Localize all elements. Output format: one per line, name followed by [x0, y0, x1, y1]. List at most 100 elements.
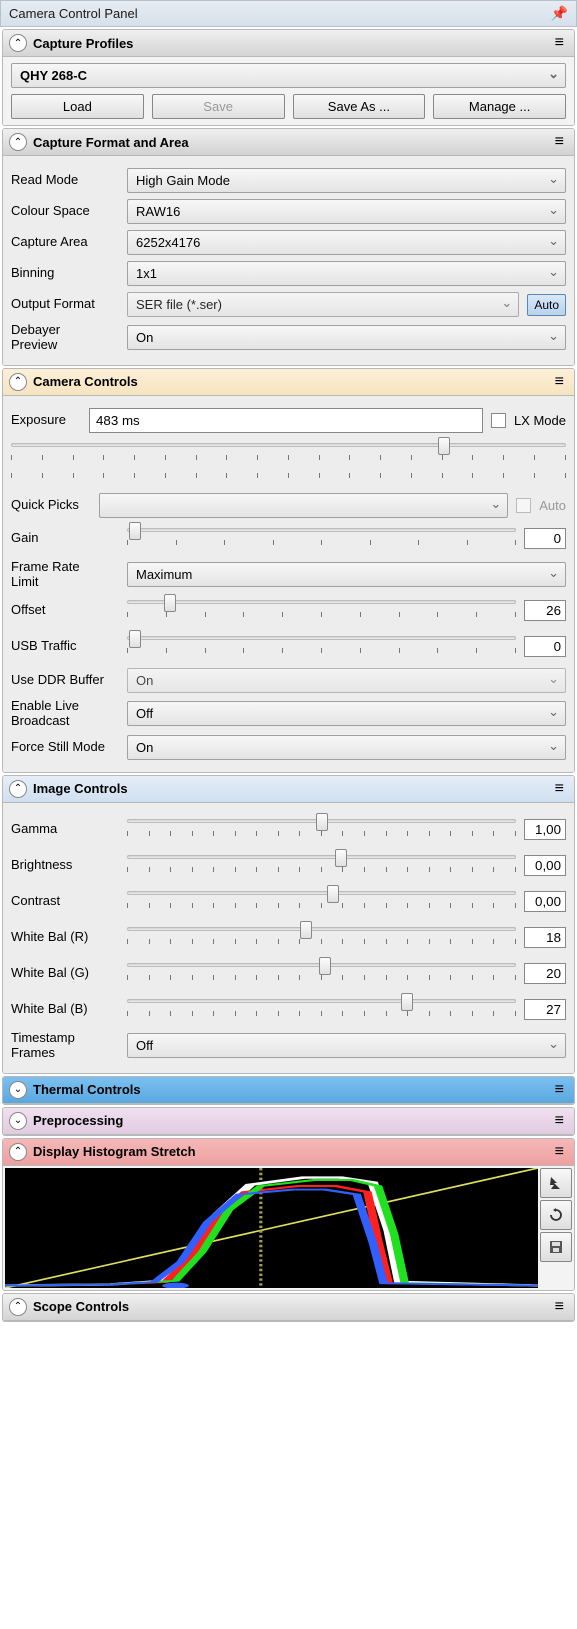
quick-picks-select[interactable]	[99, 493, 508, 518]
panel-camera: ⌃ Camera Controls ≡ Exposure LX Mode Qui…	[2, 368, 575, 773]
contrast-slider[interactable]	[127, 887, 516, 917]
save-as-button[interactable]: Save As ...	[293, 94, 426, 119]
wb-g-slider[interactable]	[127, 959, 516, 989]
label-offset: Offset	[11, 603, 119, 618]
offset-slider[interactable]	[127, 596, 516, 626]
load-button[interactable]: Load	[11, 94, 144, 119]
panel-title: Scope Controls	[33, 1299, 545, 1314]
frame-rate-select[interactable]: Maximum	[127, 562, 566, 587]
offset-value[interactable]	[524, 600, 566, 621]
colour-space-select[interactable]: RAW16	[127, 199, 566, 224]
label-brightness: Brightness	[11, 858, 119, 873]
panel-body-image: Gamma Brightness Contrast White Bal (R) …	[3, 803, 574, 1073]
menu-icon[interactable]: ≡	[551, 34, 568, 52]
label-broadcast: Enable Live Broadcast	[11, 699, 119, 729]
panel-body-profiles: QHY 268-C Load Save Save As ... Manage .…	[3, 57, 574, 125]
usb-traffic-slider[interactable]	[127, 632, 516, 662]
output-format-select[interactable]: SER file (*.ser)	[127, 292, 519, 317]
timestamp-select[interactable]: Off	[127, 1033, 566, 1058]
lx-mode-checkbox[interactable]	[491, 413, 506, 428]
reset-button[interactable]	[540, 1200, 572, 1230]
wb-r-value[interactable]	[524, 927, 566, 948]
force-still-select[interactable]: On	[127, 735, 566, 760]
output-auto-button[interactable]: Auto	[527, 294, 566, 316]
gain-slider[interactable]	[127, 524, 516, 554]
menu-icon[interactable]: ≡	[551, 133, 568, 151]
contrast-value[interactable]	[524, 891, 566, 912]
debayer-select[interactable]: On	[127, 325, 566, 350]
panel-title: Capture Profiles	[33, 36, 545, 51]
menu-icon[interactable]: ≡	[551, 1081, 568, 1099]
label-force-still: Force Still Mode	[11, 740, 119, 755]
histogram-canvas[interactable]	[5, 1168, 538, 1288]
panel-thermal: ⌄ Thermal Controls ≡	[2, 1076, 575, 1105]
panel-title: Display Histogram Stretch	[33, 1144, 545, 1159]
panel-title: Preprocessing	[33, 1113, 545, 1128]
menu-icon[interactable]: ≡	[551, 1143, 568, 1161]
menu-icon[interactable]: ≡	[551, 1298, 568, 1316]
label-lx-mode: LX Mode	[514, 413, 566, 428]
panel-scope: ⌃ Scope Controls ≡	[2, 1293, 575, 1322]
chevron-up-icon[interactable]: ⌃	[9, 780, 27, 798]
panel-format: ⌃ Capture Format and Area ≡ Read Mode Hi…	[2, 128, 575, 366]
chevron-down-icon[interactable]: ⌄	[9, 1112, 27, 1130]
broadcast-select[interactable]: Off	[127, 701, 566, 726]
exposure-slider[interactable]	[11, 439, 566, 487]
chevron-up-icon[interactable]: ⌃	[9, 373, 27, 391]
wb-g-value[interactable]	[524, 963, 566, 984]
manage-button[interactable]: Manage ...	[433, 94, 566, 119]
panel-capture-profiles: ⌃ Capture Profiles ≡ QHY 268-C Load Save…	[2, 29, 575, 126]
panel-title: Capture Format and Area	[33, 135, 545, 150]
gamma-value[interactable]	[524, 819, 566, 840]
label-frame-rate: Frame Rate Limit	[11, 560, 119, 590]
panel-body-format: Read Mode High Gain Mode Colour Space RA…	[3, 156, 574, 365]
label-colour-space: Colour Space	[11, 204, 119, 219]
panel-header-camera: ⌃ Camera Controls ≡	[3, 369, 574, 396]
label-wb-r: White Bal (R)	[11, 930, 119, 945]
binning-select[interactable]: 1x1	[127, 261, 566, 286]
brightness-value[interactable]	[524, 855, 566, 876]
chevron-up-icon[interactable]: ⌃	[9, 133, 27, 151]
usb-traffic-value[interactable]	[524, 636, 566, 657]
panel-preprocessing: ⌄ Preprocessing ≡	[2, 1107, 575, 1136]
gamma-slider[interactable]	[127, 815, 516, 845]
label-wb-b: White Bal (B)	[11, 1002, 119, 1017]
label-gain: Gain	[11, 531, 119, 546]
menu-icon[interactable]: ≡	[551, 780, 568, 798]
wb-r-slider[interactable]	[127, 923, 516, 953]
label-auto: Auto	[539, 498, 566, 513]
menu-icon[interactable]: ≡	[551, 1112, 568, 1130]
label-quick-picks: Quick Picks	[11, 498, 91, 513]
label-wb-g: White Bal (G)	[11, 966, 119, 981]
chevron-up-icon[interactable]: ⌃	[9, 1143, 27, 1161]
exposure-input[interactable]	[89, 408, 483, 433]
chevron-up-icon[interactable]: ⌃	[9, 1298, 27, 1316]
profile-button-row: Load Save Save As ... Manage ...	[11, 94, 566, 119]
brightness-slider[interactable]	[127, 851, 516, 881]
label-ddr: Use DDR Buffer	[11, 673, 119, 688]
label-gamma: Gamma	[11, 822, 119, 837]
wb-b-slider[interactable]	[127, 995, 516, 1025]
pin-icon[interactable]: 📌	[551, 5, 568, 22]
label-read-mode: Read Mode	[11, 173, 119, 188]
label-output-format: Output Format	[11, 297, 119, 312]
label-capture-area: Capture Area	[11, 235, 119, 250]
ddr-select: On	[127, 668, 566, 693]
wb-b-value[interactable]	[524, 999, 566, 1020]
label-binning: Binning	[11, 266, 119, 281]
gain-value[interactable]	[524, 528, 566, 549]
panel-header-preproc: ⌄ Preprocessing ≡	[3, 1108, 574, 1135]
panel-header-format: ⌃ Capture Format and Area ≡	[3, 129, 574, 156]
save-icon-button[interactable]	[540, 1232, 572, 1262]
profile-select[interactable]: QHY 268-C	[11, 63, 566, 88]
panel-header-thermal: ⌄ Thermal Controls ≡	[3, 1077, 574, 1104]
menu-icon[interactable]: ≡	[551, 373, 568, 391]
panel-title: Camera Controls	[33, 374, 545, 389]
panel-title: Image Controls	[33, 781, 545, 796]
read-mode-select[interactable]: High Gain Mode	[127, 168, 566, 193]
chevron-up-icon[interactable]: ⌃	[9, 34, 27, 52]
chevron-down-icon[interactable]: ⌄	[9, 1081, 27, 1099]
capture-area-select[interactable]: 6252x4176	[127, 230, 566, 255]
window-titlebar: Camera Control Panel 📌	[0, 0, 577, 27]
auto-stretch-button[interactable]	[540, 1168, 572, 1198]
